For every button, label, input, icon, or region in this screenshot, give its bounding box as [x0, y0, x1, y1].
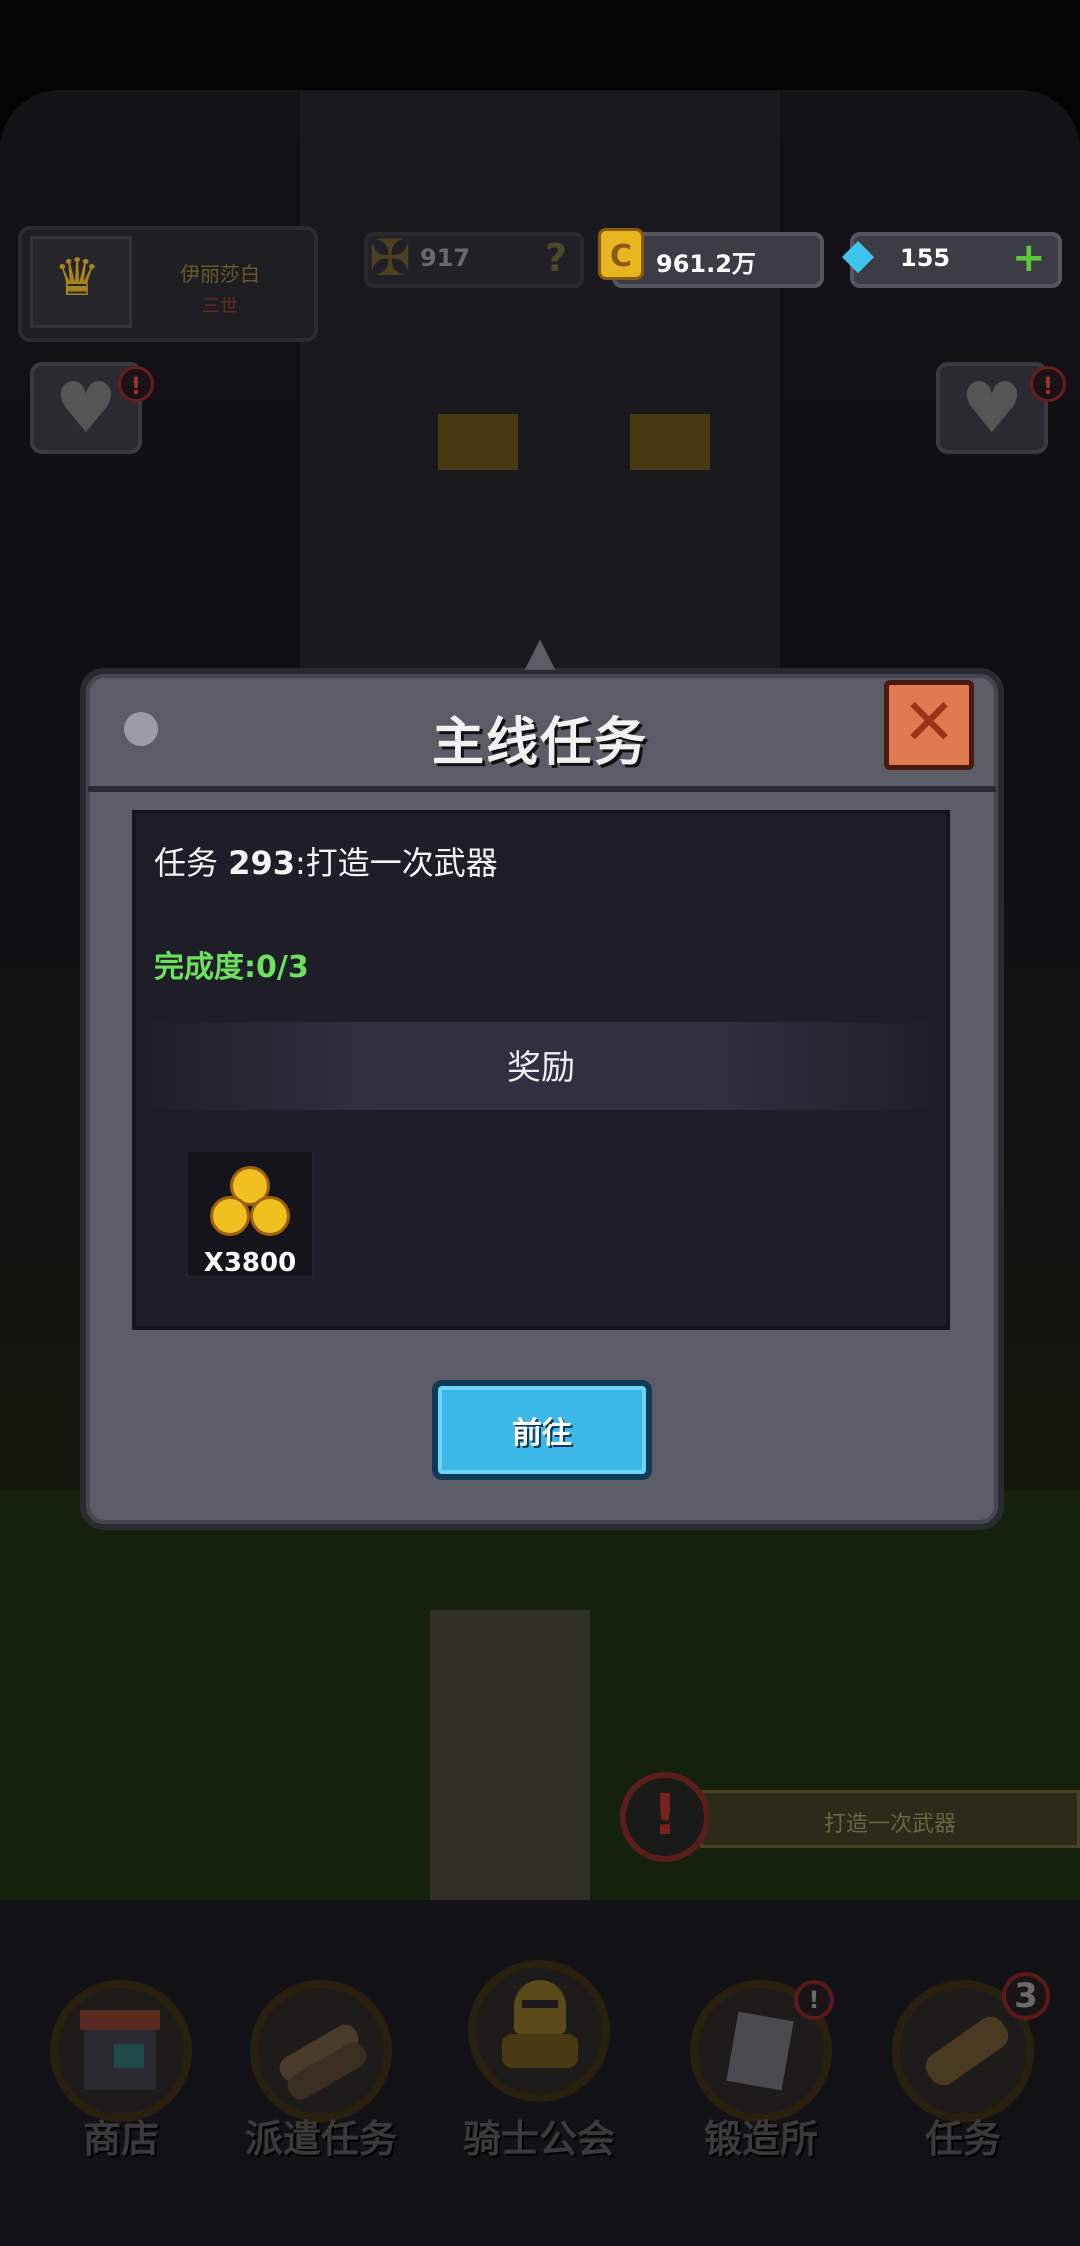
scroll-icon — [912, 2000, 1014, 2100]
close-button[interactable]: ✕ — [884, 680, 974, 770]
anvil-icon — [710, 2000, 810, 2100]
knight-icon — [488, 1970, 588, 2070]
dialog-title: 主线任务 — [431, 713, 648, 773]
forge-alert-badge: ! — [794, 1980, 834, 2020]
nav-label: 派遣任务 — [244, 2117, 397, 2161]
gold-coin-icon: C — [598, 228, 644, 280]
gem-icon: ◆ — [841, 229, 875, 278]
bolt-decoration — [124, 712, 158, 746]
power-emblem-icon: ✠ — [369, 229, 411, 287]
dialog-header-divider — [88, 786, 996, 792]
quests-count-badge: 3 — [1002, 1972, 1050, 2020]
crown-icon: ♛ — [53, 248, 101, 308]
nav-quests[interactable]: 3 任务 — [878, 1972, 1050, 2170]
gold-value: 961.2万 — [656, 250, 756, 278]
power-value: 917 — [420, 244, 471, 272]
go-button-label: 前往 — [512, 1416, 572, 1451]
nav-label: 骑士公会 — [462, 2117, 615, 2161]
power-help-button[interactable]: ? — [545, 236, 567, 280]
player-name: 伊丽莎白 — [180, 262, 260, 286]
quest-progress: 完成度:0/3 — [154, 950, 309, 985]
reward-quantity: X3800 — [203, 1248, 297, 1278]
nav-label: 商店 — [82, 2117, 159, 2161]
gold-coins-icon — [204, 1160, 296, 1240]
nav-dispatch[interactable]: 派遣任务 — [236, 1980, 406, 2170]
player-rank: 三世 — [202, 296, 238, 317]
nav-label: 任务 — [924, 2117, 1001, 2161]
quest-number: 293 — [228, 844, 295, 882]
quest-hint-alert-icon: ! — [620, 1772, 710, 1862]
nav-forge[interactable]: ! 锻造所 — [676, 1980, 846, 2170]
gem-value: 155 — [900, 244, 951, 272]
nav-label: 锻造所 — [703, 2117, 818, 2161]
quest-hint-text: 打造一次武器 — [823, 1812, 956, 1837]
nav-knight-guild[interactable]: 骑士公会 — [454, 1940, 624, 2161]
quest-description: 任务 293:打造一次武器 — [154, 838, 498, 884]
reward-label: 奖励 — [507, 1048, 575, 1088]
dialog-notch: ▲ — [524, 629, 556, 675]
close-icon: ✕ — [902, 686, 956, 760]
add-gems-button[interactable]: + — [1012, 236, 1046, 280]
alert-badge: ! — [118, 366, 154, 402]
logs-icon — [270, 2000, 371, 2104]
quest-desc: :打造一次武器 — [294, 844, 498, 882]
shop-icon — [70, 2000, 170, 2100]
alert-badge: ! — [1030, 366, 1066, 402]
quest-prefix: 任务 — [154, 844, 229, 882]
heart-icon: ♥ — [960, 367, 1024, 449]
nav-shop[interactable]: 商店 — [36, 1980, 206, 2170]
